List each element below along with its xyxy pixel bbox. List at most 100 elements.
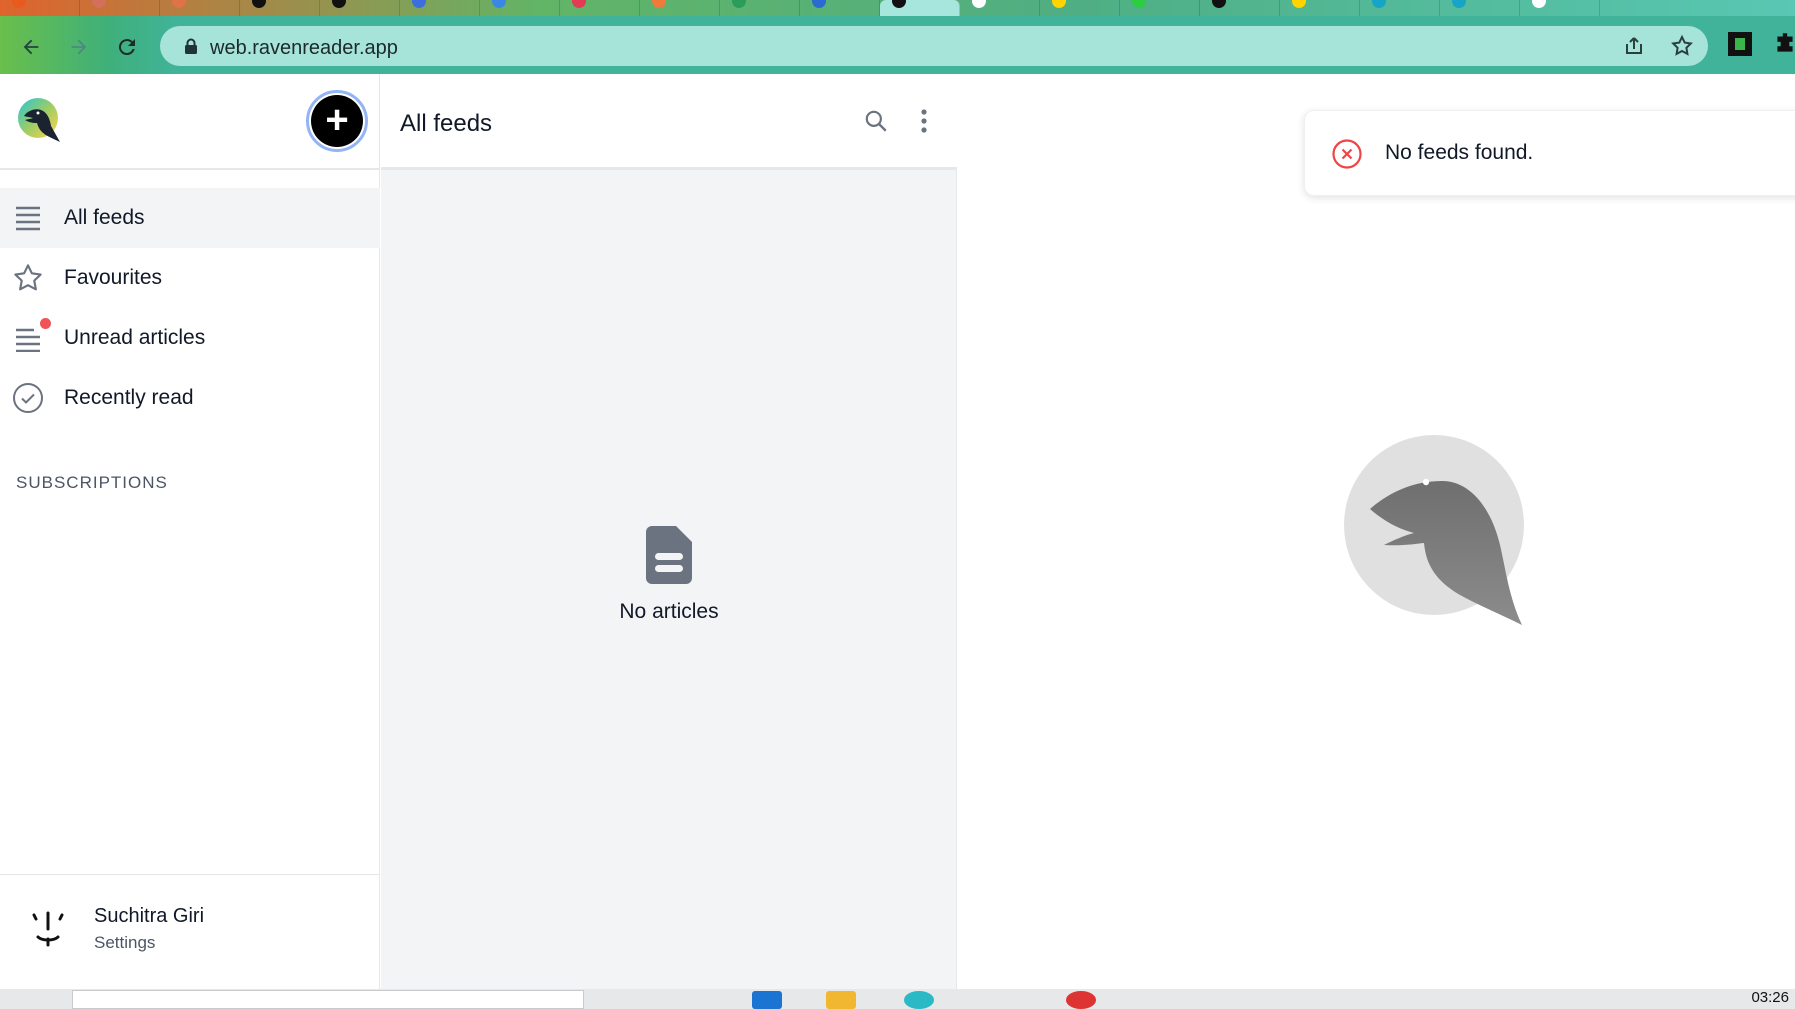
taskbar-folder-icon[interactable] [826,991,856,1009]
browser-tab[interactable] [320,0,400,16]
browser-tab[interactable] [880,0,960,16]
user-name: Suchitra Giri [94,905,205,927]
os-taskbar: 03:26 [0,989,1795,1009]
plus-icon: + [311,95,363,147]
taskbar-app-icon[interactable] [752,991,782,1009]
reload-icon [118,39,135,56]
add-feed-button[interactable]: + [306,90,368,152]
browser-tab[interactable] [1360,0,1440,16]
error-toast[interactable]: No feeds found. [1304,110,1795,196]
browser-tab[interactable] [400,0,480,16]
search-icon [865,110,887,132]
tab-favicon-icon [1292,0,1306,8]
browser-tab[interactable] [1120,0,1200,16]
sidebar-item-label: Favourites [64,266,163,289]
tab-favicon-icon [1132,0,1146,8]
extensions-puzzle-icon[interactable] [1772,30,1795,58]
browser-tab[interactable] [1040,0,1120,16]
back-button[interactable] [14,30,48,64]
tab-favicon-icon [1212,0,1226,8]
tab-favicon-icon [172,0,186,8]
browser-tab[interactable] [960,0,1040,16]
tab-favicon-icon [812,0,826,8]
tab-favicon-icon [12,0,26,8]
browser-tab[interactable] [160,0,240,16]
forward-arrow-icon [71,39,87,55]
sidebar-header: + [0,74,380,170]
avatar [32,911,64,947]
document-icon [646,526,692,584]
star-icon [12,260,44,296]
sidebar-item-all-feeds[interactable]: All feeds [0,188,380,248]
tab-favicon-icon [972,0,986,8]
list-icon [12,200,44,236]
browser-tab[interactable] [1440,0,1520,16]
tab-favicon-icon [1372,0,1386,8]
app-root: + All feeds Favourites Unread articles R… [0,74,1795,989]
more-options-button[interactable] [907,104,941,138]
toast-message: No feeds found. [1385,141,1534,164]
back-arrow-icon [23,39,39,55]
page-title: All feeds [400,110,493,137]
share-icon[interactable] [1622,34,1646,58]
check-circle-icon [12,380,44,416]
user-profile-bar[interactable]: Suchitra Giri Settings [0,874,380,989]
browser-tab[interactable] [240,0,320,16]
subscriptions-heading: SUBSCRIPTIONS [16,473,168,492]
sidebar-item-recently-read[interactable]: Recently read [0,368,380,428]
reader-pane: No feeds found. [958,74,1795,989]
browser-tab[interactable] [80,0,160,16]
sidebar-item-favourites[interactable]: Favourites [0,248,380,308]
tab-favicon-icon [1052,0,1066,8]
sidebar: + All feeds Favourites Unread articles R… [0,74,380,989]
tab-favicon-icon [492,0,506,8]
tab-favicon-icon [892,0,906,8]
sidebar-item-label: Recently read [64,386,194,409]
article-list-pane: All feeds No articles [381,74,957,989]
browser-toolbar: web.ravenreader.app [0,16,1795,74]
tab-favicon-icon [92,0,106,8]
taskbar-chrome-icon[interactable] [1066,991,1096,1009]
sidebar-nav: All feeds Favourites Unread articles Rec… [0,188,380,428]
sidebar-item-label: Unread articles [64,326,206,349]
bookmark-star-icon[interactable] [1670,34,1694,58]
forward-button[interactable] [62,30,96,64]
sidebar-item-unread[interactable]: Unread articles [0,308,380,368]
tab-favicon-icon [412,0,426,8]
reload-button[interactable] [110,30,144,64]
url-text: web.ravenreader.app [210,37,398,59]
tab-favicon-icon [332,0,346,8]
browser-tabstrip [0,0,1795,16]
tab-favicon-icon [652,0,666,8]
lock-icon [185,38,197,54]
settings-link[interactable]: Settings [94,933,155,953]
unread-indicator-dot [40,318,51,329]
article-list-header: All feeds [381,74,957,170]
address-bar[interactable]: web.ravenreader.app [160,26,1708,66]
tab-favicon-icon [252,0,266,8]
browser-tab[interactable] [640,0,720,16]
more-vertical-icon [921,109,927,133]
raven-illustration-icon [1344,435,1524,625]
tab-favicon-icon [732,0,746,8]
browser-tab[interactable] [800,0,880,16]
raven-logo[interactable] [16,96,64,144]
empty-state-text: No articles [619,600,719,623]
unread-list-icon [12,320,44,356]
error-circle-icon [1332,139,1362,169]
taskbar-search-box[interactable] [72,990,584,1009]
browser-tab[interactable] [560,0,640,16]
tab-favicon-icon [572,0,586,8]
tab-favicon-icon [1452,0,1466,8]
browser-tab[interactable] [1520,0,1600,16]
search-button[interactable] [859,104,893,138]
sidebar-item-label: All feeds [64,206,145,229]
clock: 03:26 [1751,989,1789,1006]
browser-tab[interactable] [1280,0,1360,16]
browser-tab[interactable] [480,0,560,16]
browser-tab[interactable] [1200,0,1280,16]
extension-icon[interactable] [1726,30,1754,58]
browser-tab[interactable] [0,0,80,16]
browser-tab[interactable] [720,0,800,16]
taskbar-browser-icon[interactable] [904,991,934,1009]
